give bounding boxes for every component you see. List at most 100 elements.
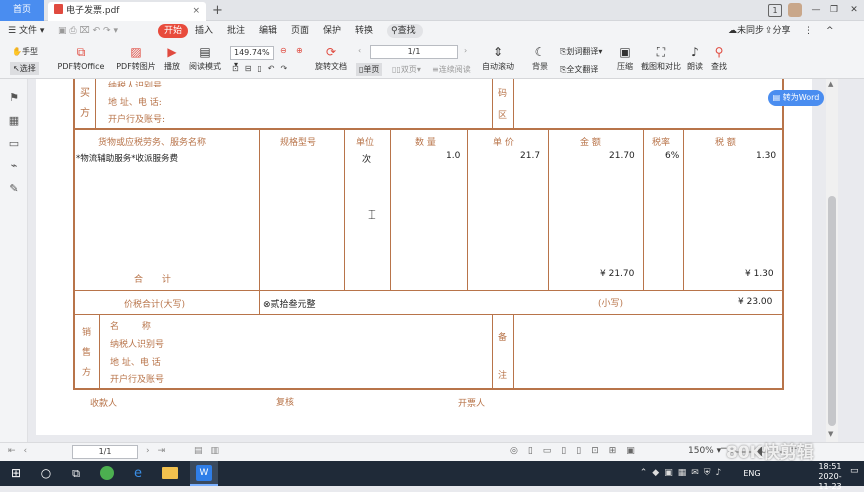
read-aloud-button[interactable]: ♪ 朗读 <box>684 42 706 72</box>
next-page-icon[interactable]: › <box>464 46 467 55</box>
restore-button[interactable]: ❐ <box>826 0 842 21</box>
cross-circle-icon: ⊗ <box>263 300 271 310</box>
scrollbar-thumb[interactable] <box>828 196 836 426</box>
app-360-icon[interactable] <box>100 466 114 480</box>
signature-icon[interactable]: ✎ <box>8 183 20 195</box>
thumbnail-icon[interactable]: ▦ <box>8 115 20 127</box>
tab-document[interactable]: 电子发票.pdf × <box>48 2 206 21</box>
page-tools-icons[interactable]: ▤▥ <box>194 446 227 456</box>
status-page-input[interactable]: 1/1 <box>72 445 138 459</box>
menu-convert[interactable]: 转换 <box>355 21 373 41</box>
notification-icon[interactable]: ▭ <box>850 466 860 480</box>
convert-to-word-button[interactable]: ▤ 转为Word <box>768 90 824 106</box>
speaker-icon: ♪ <box>691 45 699 59</box>
menu-insert[interactable]: 插入 <box>195 21 213 41</box>
zoom-in-icon[interactable]: ⊕ <box>296 46 303 55</box>
menu-file[interactable]: ☰ 文件 ▾ <box>8 21 44 41</box>
page-input[interactable]: 1/1 <box>370 45 458 59</box>
zoom-select[interactable]: 149.74% ▾ <box>230 46 274 69</box>
quick-access-icons[interactable]: ▣ ⎙ ⌧ ↶ ↷ ▾ <box>58 21 118 41</box>
single-page-button[interactable]: ▯单页 <box>356 63 383 76</box>
pdf-to-office-button[interactable]: ⧉ PDF转Office <box>56 42 106 72</box>
invoice-line <box>492 315 493 388</box>
compress-icon: ▣ <box>619 45 631 59</box>
collapse-ribbon-icon[interactable]: ^ <box>826 21 834 41</box>
play-label: 播放 <box>164 62 180 71</box>
hand-tool[interactable]: ✋手型 <box>12 46 38 57</box>
word-translate-button[interactable]: ⎘划词翻译▾ <box>560 46 602 57</box>
cloud-icon: ☁ <box>728 26 737 36</box>
new-tab-button[interactable]: + <box>212 2 223 19</box>
sync-status[interactable]: ☁未同步 <box>728 21 764 41</box>
fit-view-icons[interactable]: ⊡⊟▯↶↷ <box>232 64 293 73</box>
rotate-doc-button[interactable]: ⟳ 旋转文档 <box>314 42 348 72</box>
full-translate-button[interactable]: ⎘全文翻译 <box>560 64 598 75</box>
buyer-address-label: 地 址、电 话: <box>108 98 162 108</box>
continuous-read-button[interactable]: ≡连续阅读 <box>432 64 471 75</box>
pwd-area-vertical-2: 区 <box>498 111 508 121</box>
read-aloud-label: 朗读 <box>687 62 703 71</box>
window-count-badge[interactable]: 1 <box>768 4 782 17</box>
close-tab-icon[interactable]: × <box>192 2 200 21</box>
seller-vertical-2: 售 <box>82 348 92 358</box>
book-icon: ▤ <box>199 45 211 59</box>
clock[interactable]: 18:51 2020-11-23 <box>812 462 848 492</box>
page-nav-next-last[interactable]: ›⇥ <box>146 446 173 456</box>
buyer-vertical-2: 方 <box>80 108 90 119</box>
system-tray-icons[interactable]: ⌃◆▣▦✉⛨♪ <box>628 461 738 486</box>
close-window-button[interactable]: ✕ <box>846 0 862 21</box>
share-button[interactable]: ⇪分享 <box>765 21 791 41</box>
left-sidebar <box>0 79 28 456</box>
review-label: 复核 <box>276 398 295 408</box>
bookmark-icon[interactable]: ⚑ <box>8 92 20 104</box>
more-icon[interactable]: ⋮ <box>804 21 813 41</box>
double-page-button[interactable]: ▯▯双页▾ <box>392 64 421 75</box>
status-zoom-select[interactable]: 150% ▾ <box>688 446 721 456</box>
task-view-icon[interactable]: ⧉ <box>66 461 86 486</box>
select-label: 选择 <box>19 64 36 73</box>
file-explorer-icon[interactable] <box>162 467 178 479</box>
view-mode-icons[interactable]: ◎▯▭▯▯⊡⊞▣ <box>510 446 645 456</box>
attachment-icon[interactable]: ⌁ <box>8 160 20 172</box>
read-mode-label: 阅读模式 <box>189 62 221 71</box>
menu-page[interactable]: 页面 <box>291 21 309 41</box>
continuous-icon: ≡ <box>432 65 439 74</box>
seller-vertical-3: 方 <box>82 368 92 378</box>
invoice-line <box>513 79 514 128</box>
menu-edit[interactable]: 编辑 <box>259 21 277 41</box>
tab-document-label: 电子发票.pdf <box>66 6 120 16</box>
comment-icon[interactable]: ▭ <box>8 138 20 150</box>
background-button[interactable]: ☾ 背景 <box>528 42 552 72</box>
select-tool[interactable]: ↖选择 <box>10 62 39 75</box>
search-icon: ⚲ <box>391 26 398 36</box>
find-button[interactable]: ⚲ 查找 <box>708 42 730 72</box>
cortana-icon[interactable]: ○ <box>36 461 56 486</box>
menu-annotate[interactable]: 批注 <box>227 21 245 41</box>
page-nav-first-prev[interactable]: ⇤‹ <box>8 446 35 456</box>
tab-home[interactable]: 首页 <box>0 0 44 21</box>
scroll-down-icon[interactable]: ▼ <box>828 430 833 438</box>
pdf-to-image-label: PDF转图片 <box>116 62 156 71</box>
screenshot-compare-button[interactable]: ⛶ 截图和对比 <box>640 42 682 72</box>
play-button[interactable]: ▶ 播放 <box>160 42 184 72</box>
price-tax-label: 价税合计(大写) <box>124 300 186 310</box>
prev-page-icon[interactable]: ‹ <box>358 46 361 55</box>
search-button[interactable]: ⚲查找 <box>387 24 423 38</box>
menu-protect[interactable]: 保护 <box>323 21 341 41</box>
read-mode-button[interactable]: ▤ 阅读模式 <box>187 42 223 72</box>
small-write-label: (小写) <box>598 299 624 309</box>
minimize-button[interactable]: — <box>808 0 824 21</box>
edge-browser-icon[interactable]: e <box>128 461 148 486</box>
auto-scroll-button[interactable]: ⇕ 自动滚动 <box>478 42 518 72</box>
menu-start[interactable]: 开始 <box>158 24 189 38</box>
input-language[interactable]: ENG <box>740 461 764 486</box>
windows-start-icon[interactable]: ⊞ <box>6 461 26 486</box>
zoom-out-icon[interactable]: ⊖ <box>280 46 287 55</box>
pdf-to-image-button[interactable]: ▨ PDF转图片 <box>114 42 158 72</box>
scroll-up-icon[interactable]: ▲ <box>828 80 833 88</box>
share-icon: ⇪ <box>765 26 773 36</box>
invoice-line <box>73 314 783 315</box>
item-name: *物流辅助服务*收派服务费 <box>76 154 179 164</box>
avatar[interactable] <box>788 3 802 17</box>
compress-button[interactable]: ▣ 压缩 <box>614 42 636 72</box>
